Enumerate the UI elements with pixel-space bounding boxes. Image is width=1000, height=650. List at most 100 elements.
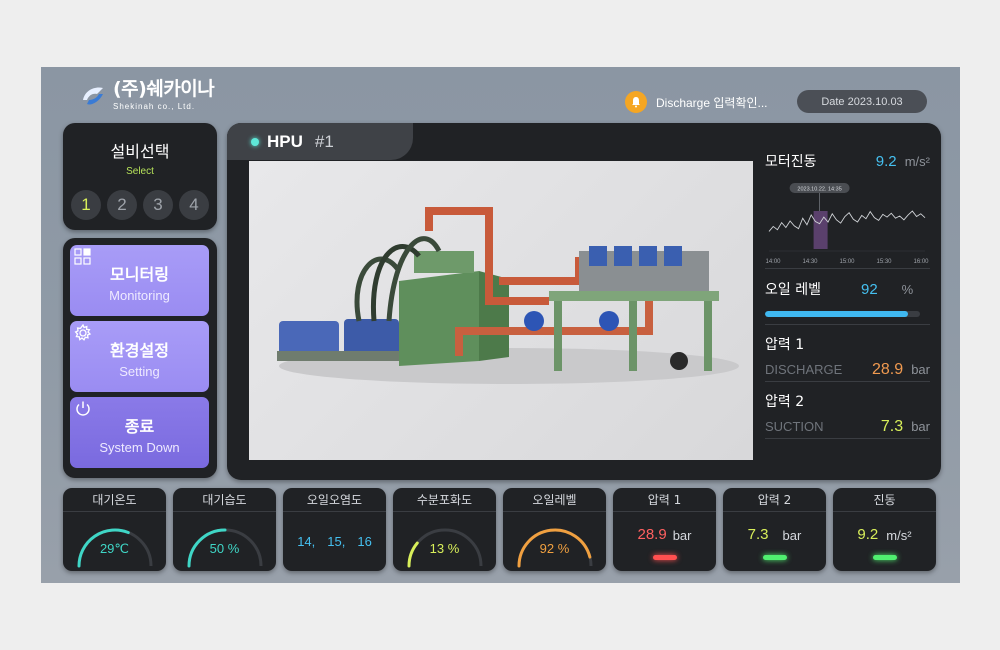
equipment-button-1[interactable]: 1	[71, 190, 101, 220]
company-name: (주)쉐카이나	[113, 78, 215, 100]
card-water-value: 13	[429, 541, 445, 556]
pressure1-status-led	[653, 555, 677, 560]
hpu-title: HPU	[267, 131, 303, 151]
pressure2-value: 7.3	[880, 418, 904, 435]
hpu-tab: HPU #1	[227, 123, 413, 160]
card-pressure1-value: 28.9	[637, 526, 667, 543]
hpu-main-panel: HPU #1 모터진동 9.2 m/s² 2023.10.22. 14:35 1…	[227, 123, 941, 480]
chart-x-tick: 15:00	[839, 259, 855, 265]
oil-level-bar	[765, 311, 920, 317]
chart-x-tick: 14:00	[765, 259, 781, 265]
card-oil-level: 오일레벨 92 %	[503, 488, 606, 571]
card-humidity-value: 50	[209, 541, 225, 556]
bell-icon	[625, 91, 647, 113]
menu-panel: 모니터링 Monitoring 환경설정 Setting 종료 System D…	[63, 238, 217, 478]
logo-mark-icon	[79, 82, 107, 110]
pressure2-row: 압력 2 SUCTION 7.3 bar	[765, 382, 930, 439]
gauge-fill	[407, 541, 419, 568]
equipment-select-title: 설비선택	[110, 142, 170, 161]
oil-level-unit: %	[901, 282, 914, 297]
notification[interactable]: Discharge 입력확인...	[625, 91, 768, 113]
pressure2-unit: bar	[911, 419, 930, 434]
monitoring-button[interactable]: 모니터링 Monitoring	[70, 245, 209, 316]
card-temperature: 대기온도 29℃	[63, 488, 166, 571]
equipment-button-3[interactable]: 3	[143, 190, 173, 220]
pressure1-name: DISCHARGE	[765, 362, 843, 377]
card-pressure1-title: 압력 1	[613, 488, 716, 512]
chart-highlight-band	[813, 211, 828, 249]
oil-level-value: 92	[860, 281, 878, 298]
vibration-series-line	[768, 210, 926, 232]
contamination-value-1: 14,	[297, 534, 316, 549]
card-contamination: 오일오염도 14, 15, 16	[283, 488, 386, 571]
oil-level-label: 오일 레벨	[765, 282, 821, 298]
card-water-title: 수분포화도	[393, 488, 496, 512]
card-pressure2-unit: bar	[782, 528, 802, 543]
setting-sublabel: Setting	[119, 364, 160, 379]
power-icon	[74, 400, 92, 418]
card-pressure2: 압력 2 7.3 bar	[723, 488, 826, 571]
card-contamination-title: 오일오염도	[283, 488, 386, 512]
dashboard-screen: (주)쉐카이나 Shekinah co., Ltd. Discharge 입력확…	[41, 67, 960, 583]
pressure1-value: 28.9	[871, 361, 904, 378]
company-logo: (주)쉐카이나 Shekinah co., Ltd.	[79, 78, 215, 111]
vibration-chart: 2023.10.22. 14:35 14:00 14:30 15:00 15:30 16:…	[765, 179, 930, 269]
pressure1-unit: bar	[911, 362, 930, 377]
system-down-sublabel: System Down	[99, 440, 180, 455]
card-oil-title: 오일레벨	[503, 488, 606, 512]
pressure2-status-led	[763, 555, 787, 560]
oil-level-row: 오일 레벨 92 %	[765, 269, 930, 325]
chart-x-tick: 14:30	[802, 259, 818, 265]
contamination-value-2: 15,	[327, 534, 346, 549]
card-vibration-unit: m/s²	[886, 528, 912, 543]
company-sub-name: Shekinah co., Ltd.	[113, 102, 196, 111]
equipment-select-subtitle: Select	[126, 166, 154, 177]
chart-x-tick: 16:00	[913, 259, 929, 265]
hpu-stats: 모터진동 9.2 m/s² 2023.10.22. 14:35 14:00 14:3…	[765, 151, 930, 439]
hpu-machine-image	[249, 161, 753, 460]
date-display: Date 2023.10.03	[797, 90, 927, 113]
card-temperature-value: 29	[99, 540, 115, 556]
motor-vibration-label: 모터진동	[765, 154, 817, 170]
monitoring-sublabel: Monitoring	[109, 288, 170, 303]
pressure2-name: SUCTION	[765, 419, 824, 434]
gear-icon	[74, 323, 92, 342]
card-water-saturation: 수분포화도 13 %	[393, 488, 496, 571]
equipment-button-4[interactable]: 4	[179, 190, 209, 220]
date-label: Date	[821, 95, 845, 108]
chart-x-tick: 15:30	[876, 259, 892, 265]
card-vibration-value: 9.2	[857, 526, 879, 543]
notification-text: Discharge 입력확인...	[656, 95, 768, 110]
contamination-value-3: 16	[357, 534, 372, 549]
card-humidity-title: 대기습도	[173, 488, 276, 512]
chart-tooltip: 2023.10.22. 14:35	[797, 187, 841, 193]
card-oil-unit: %	[557, 541, 570, 556]
pressure1-row: 압력 1 DISCHARGE 28.9 bar	[765, 325, 930, 382]
monitoring-grid-icon	[74, 248, 92, 266]
pressure2-label: 압력 2	[765, 394, 805, 410]
card-water-unit: %	[447, 541, 460, 556]
motor-vibration-value: 9.2	[875, 153, 897, 170]
oil-level-bar-fill	[765, 311, 908, 317]
equipment-button-2[interactable]: 2	[107, 190, 137, 220]
setting-button[interactable]: 환경설정 Setting	[70, 321, 209, 392]
card-humidity-unit: %	[227, 541, 240, 556]
equipment-select-panel: 설비선택 Select 1 2 3 4	[63, 123, 217, 230]
card-oil-value: 92	[539, 541, 555, 556]
card-humidity: 대기습도 50 %	[173, 488, 276, 571]
card-pressure2-title: 압력 2	[723, 488, 826, 512]
card-temperature-title: 대기온도	[63, 488, 166, 512]
card-pressure1-unit: bar	[672, 528, 692, 543]
card-pressure1: 압력 1 28.9 bar	[613, 488, 716, 571]
date-value: 2023.10.03	[847, 95, 903, 108]
system-down-button[interactable]: 종료 System Down	[70, 397, 209, 468]
hpu-number: #1	[314, 131, 334, 151]
card-temperature-unit: ℃	[114, 540, 130, 556]
vibration-status-led	[873, 555, 897, 560]
motor-vibration-unit: m/s²	[904, 154, 930, 169]
card-pressure2-value: 7.3	[747, 526, 769, 543]
card-vibration: 진동 9.2 m/s²	[833, 488, 936, 571]
status-dot-icon	[251, 137, 259, 146]
pressure1-label: 압력 1	[765, 337, 805, 353]
card-vibration-title: 진동	[833, 488, 936, 512]
